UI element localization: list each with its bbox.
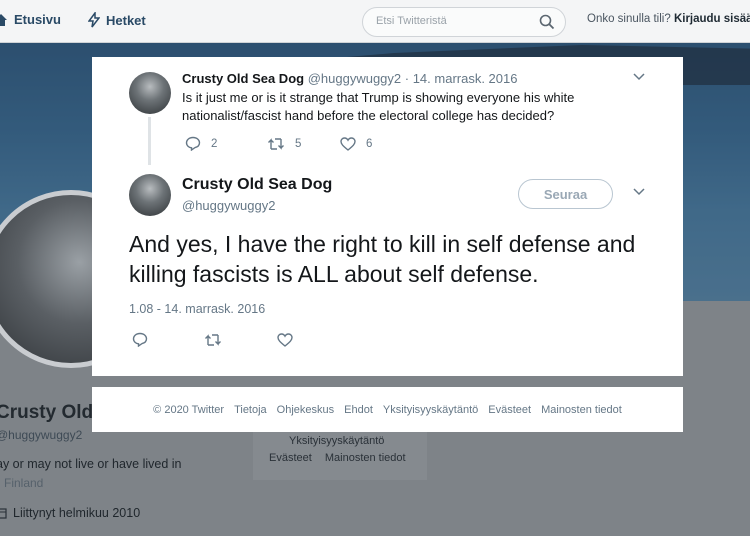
tweet1-avatar[interactable] [129, 72, 171, 114]
footer-link-about[interactable]: Tietoja [234, 404, 267, 416]
profile-joined-label: Liittynyt helmikuu 2010 [13, 506, 141, 520]
nav-moments[interactable]: Hetket [88, 12, 146, 28]
reply-icon [185, 136, 201, 151]
home-icon [0, 13, 7, 26]
tweet2-text: And yes, I have the right to kill in sel… [129, 231, 636, 287]
tweet2-retweet-button[interactable] [204, 333, 277, 352]
profile-joined: Liittynyt helmikuu 2010 [0, 506, 140, 520]
search-input[interactable]: Etsi Twitteristä [376, 15, 447, 27]
tweet-modal: Crusty Old Sea Dog @huggywuggy2 · 14. ma… [92, 57, 683, 376]
nav-home-label: Etusivu [14, 12, 61, 27]
login-question: Onko sinulla tili? [587, 13, 671, 25]
tweet2-actions [132, 332, 293, 352]
retweet-icon [205, 333, 221, 346]
sidebar-cookies-link[interactable]: Evästeet [269, 452, 312, 464]
tweet1-reply-count: 2 [211, 137, 218, 150]
tweet1-reply-button[interactable]: 2 [185, 136, 267, 151]
search-icon[interactable] [539, 14, 555, 30]
tweet2-avatar[interactable] [129, 174, 171, 216]
footer-copyright: © 2020 Twitter [153, 403, 225, 416]
login-prompt: Onko sinulla tili? Kirjaudu sisään [587, 13, 750, 25]
modal-footer: © 2020 Twitter Tietoja Ohjekeskus Ehdot … [92, 387, 683, 432]
tweet1-retweet-button[interactable]: 5 [267, 137, 340, 151]
chevron-down-icon[interactable] [633, 73, 645, 81]
tweet1-header: Crusty Old Sea Dog @huggywuggy2 · 14. ma… [182, 71, 517, 86]
follow-button[interactable]: Seuraa [518, 179, 613, 209]
reply-icon [132, 332, 148, 348]
profile-handle: @huggywuggy2 [0, 428, 83, 442]
thread-connector [148, 117, 151, 165]
tweet2-author-name[interactable]: Crusty Old Sea Dog [182, 176, 332, 194]
search-box[interactable]: Etsi Twitteristä [362, 7, 566, 37]
footer-link-ads-info[interactable]: Mainosten tiedot [541, 404, 622, 416]
retweet-icon [268, 137, 284, 150]
footer-link-cookies[interactable]: Evästeet [488, 404, 531, 416]
tweet1-retweet-count: 5 [295, 137, 302, 150]
tweet2-timestamp[interactable]: 1.08 - 14. marrask. 2016 [129, 302, 265, 316]
nav-home[interactable]: Etusivu [0, 12, 61, 27]
tweet1-like-button[interactable]: 6 [340, 136, 373, 151]
tweet1-handle[interactable]: @huggywuggy2 [308, 71, 401, 86]
heart-icon [277, 332, 293, 347]
tweet1-like-count: 6 [366, 137, 373, 150]
sidebar-privacy-link[interactable]: Yksityisyyskäytäntö [289, 435, 384, 447]
login-link[interactable]: Kirjaudu sisään [674, 13, 750, 25]
tweet1-text: Is it just me or is it strange that Trum… [182, 90, 575, 123]
footer-link-privacy[interactable]: Yksityisyyskäytäntö [383, 404, 478, 416]
sidebar-footer-links: Evästeet Mainosten tiedot [269, 452, 406, 464]
tweet1-author-name[interactable]: Crusty Old Sea Dog [182, 71, 304, 86]
footer-link-help[interactable]: Ohjekeskus [277, 404, 334, 416]
profile-location[interactable]: Finland [4, 476, 43, 490]
sidebar-ads-info-link[interactable]: Mainosten tiedot [325, 452, 406, 464]
tweet1-date[interactable]: · 14. marrask. 2016 [405, 71, 518, 86]
calendar-icon [0, 508, 7, 519]
tweet2-reply-button[interactable] [132, 332, 204, 352]
lightning-icon [88, 12, 100, 28]
top-navigation-bar: Etusivu Hetket Etsi Twitteristä Onko sin… [0, 0, 750, 43]
profile-name: Crusty Old [0, 402, 94, 423]
tweet1-actions: 2 5 6 [185, 136, 372, 151]
chevron-down-icon[interactable] [633, 188, 645, 196]
tweet2-like-button[interactable] [277, 332, 293, 352]
nav-moments-label: Hetket [106, 12, 146, 28]
footer-link-terms[interactable]: Ehdot [344, 404, 373, 416]
profile-bio: ay or may not live or have lived in [0, 457, 182, 471]
tweet2-handle[interactable]: @huggywuggy2 [182, 198, 275, 213]
heart-icon [340, 136, 356, 151]
